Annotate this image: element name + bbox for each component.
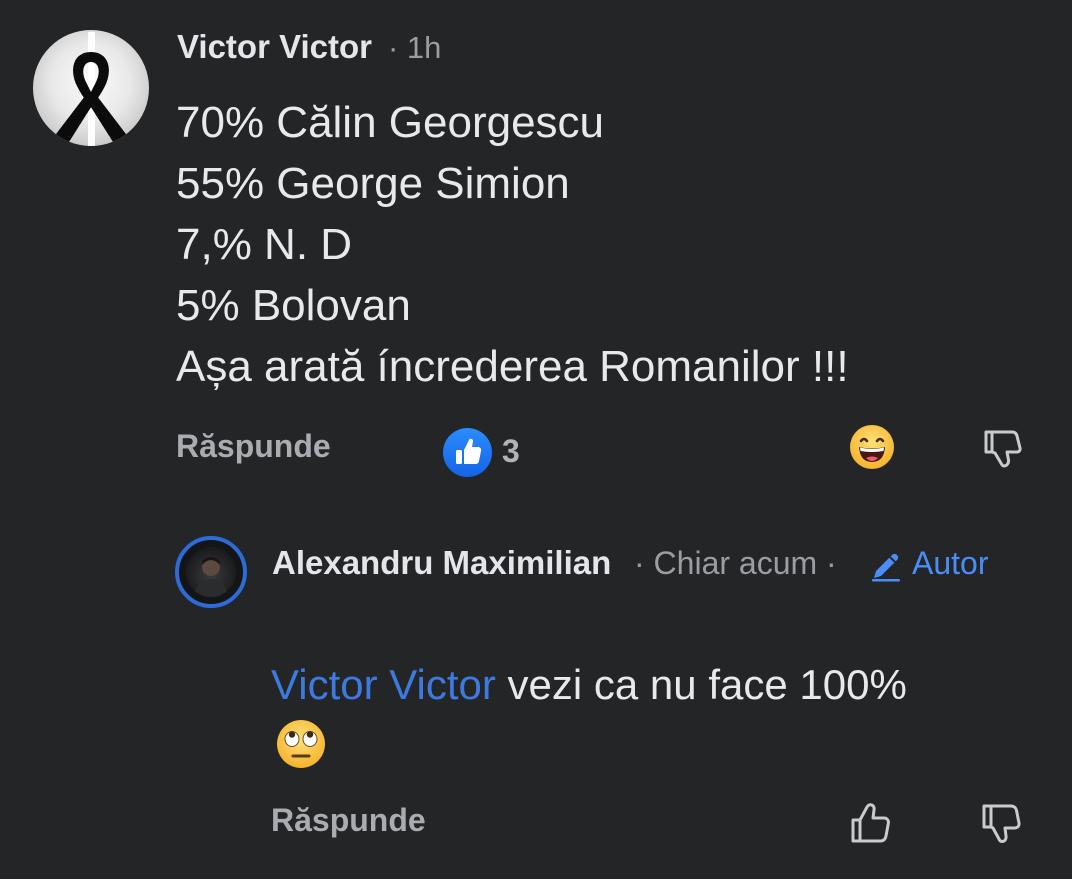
person-avatar-icon <box>194 557 228 597</box>
mourning-ribbon-icon <box>53 32 129 146</box>
reply-author[interactable]: Alexandru Maximilian <box>272 544 611 582</box>
like-reaction-badge[interactable] <box>443 428 492 477</box>
avatar[interactable] <box>186 547 236 597</box>
like-count[interactable]: 3 <box>502 433 520 470</box>
comment-line: Așa arată íncrederea Romanilor !!! <box>176 342 849 391</box>
mention-link[interactable]: Victor Victor <box>271 661 496 708</box>
comment-line: 70% Călin Georgescu <box>176 98 605 147</box>
thumbs-up-icon[interactable] <box>846 798 896 848</box>
comment-thread: Victor Victor · 1h 70% Călin Georgescu 5… <box>0 0 1072 879</box>
grinning-face-emoji-icon[interactable] <box>849 424 895 470</box>
comment-line: 5% Bolovan <box>176 281 411 330</box>
comment-line: 7,% N. D <box>176 220 353 269</box>
comment-body: 70% Călin Georgescu 55% George Simion 7,… <box>176 92 849 397</box>
reply-button[interactable]: Răspunde <box>271 802 426 839</box>
reply-text: vezi ca nu face 100% <box>495 661 907 708</box>
reply-body: Victor Victor vezi ca nu face 100% <box>271 656 907 714</box>
thumbs-down-icon[interactable] <box>978 424 1026 472</box>
reply-timestamp[interactable]: · Chiar acum · <box>634 545 837 582</box>
reply-button[interactable]: Răspunde <box>176 428 331 465</box>
thumbs-down-icon[interactable] <box>976 798 1026 848</box>
comment-line: 55% George Simion <box>176 159 570 208</box>
author-badge: Autor <box>912 545 989 581</box>
pencil-icon <box>868 548 904 584</box>
comment-timestamp[interactable]: · 1h <box>388 30 441 66</box>
avatar[interactable] <box>33 30 149 146</box>
comment-author[interactable]: Victor Victor <box>177 28 372 66</box>
thumbs-up-icon <box>456 438 482 464</box>
face-with-rolling-eyes-emoji-icon <box>275 718 327 770</box>
